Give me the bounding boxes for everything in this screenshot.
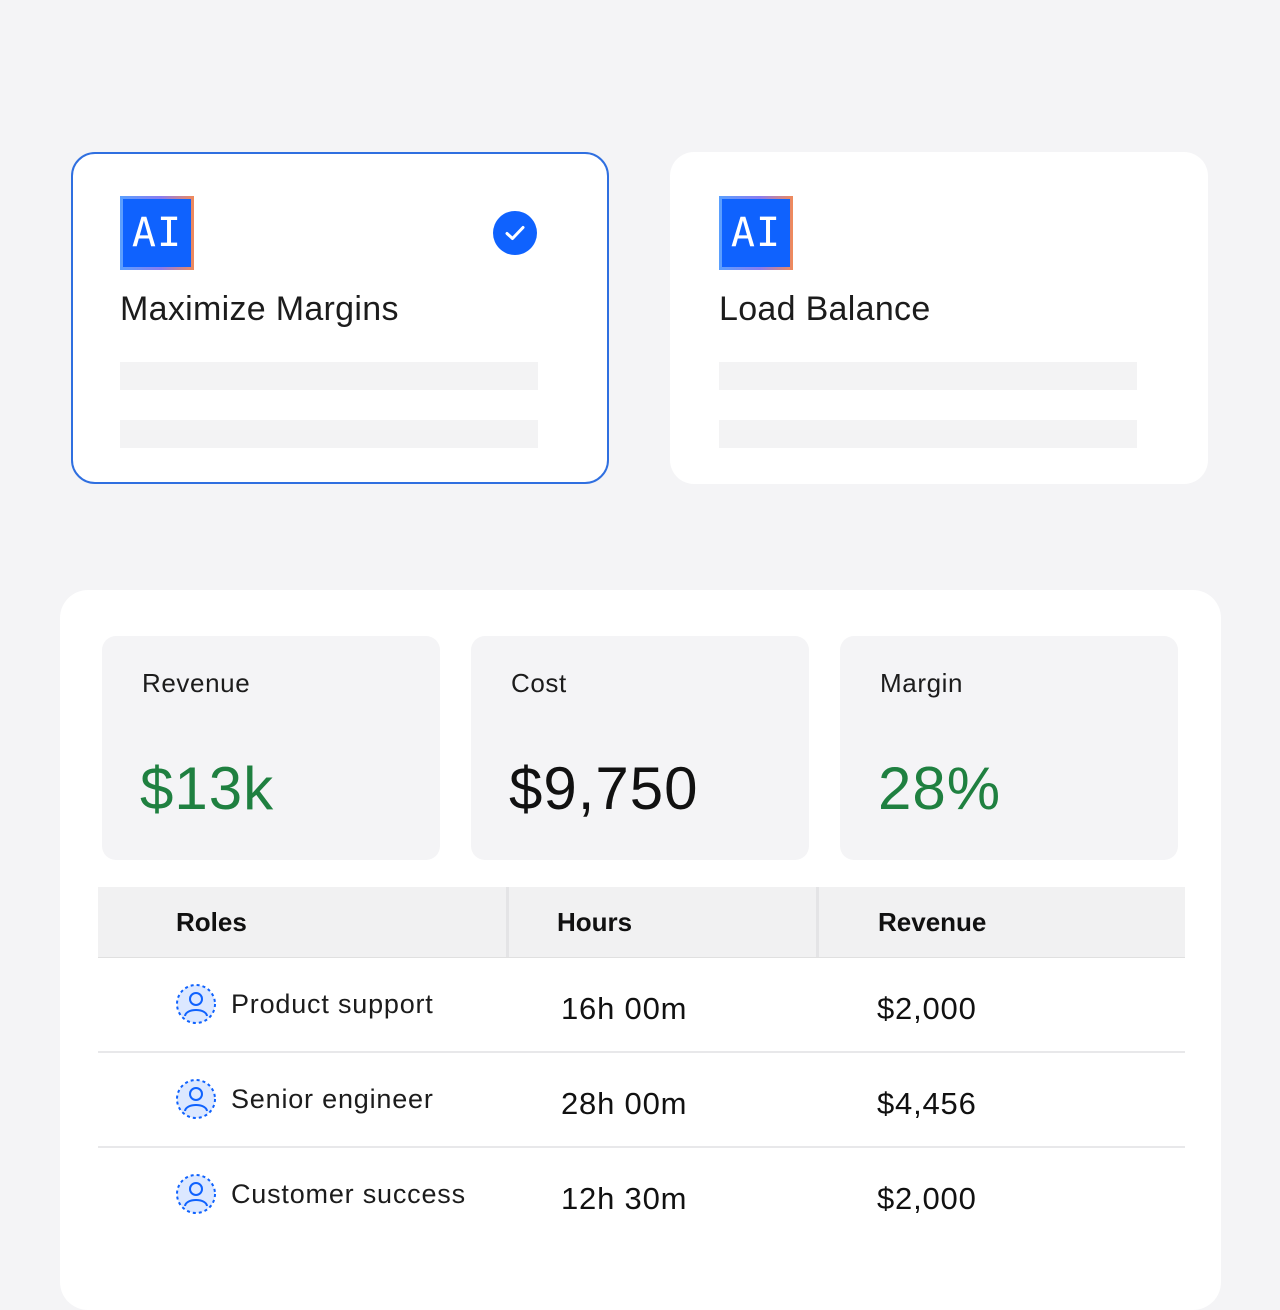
option-title: Load Balance: [719, 290, 931, 328]
metric-label: Cost: [511, 668, 567, 698]
metric-value: $9,750: [509, 755, 699, 822]
ai-badge: AI: [719, 196, 793, 270]
column-header-revenue[interactable]: Revenue: [878, 887, 986, 957]
role-name: Product support: [231, 989, 434, 1019]
role-revenue: $2,000: [877, 1181, 977, 1216]
column-header-roles[interactable]: Roles: [176, 887, 247, 957]
ai-badge: AI: [120, 196, 194, 270]
results-panel: Revenue $13k Cost $9,750 Margin 28% Role…: [60, 590, 1221, 1310]
checkmark-circle-icon: [493, 211, 537, 255]
table-header: Roles Hours Revenue: [98, 887, 1185, 958]
metric-card-revenue: Revenue $13k: [102, 636, 440, 860]
table-row[interactable]: Customer success 12h 30m $2,000: [98, 1148, 1185, 1241]
option-title: Maximize Margins: [120, 290, 399, 328]
metric-value: $13k: [140, 755, 275, 822]
role-revenue: $2,000: [877, 991, 977, 1026]
metric-label: Revenue: [142, 668, 251, 698]
ai-badge-label: AI: [722, 199, 790, 267]
user-avatar-icon: [176, 1079, 216, 1119]
metric-card-cost: Cost $9,750: [471, 636, 809, 860]
role-revenue: $4,456: [877, 1086, 977, 1121]
role-hours: 16h 00m: [561, 991, 688, 1026]
role-name: Customer success: [231, 1179, 466, 1209]
role-hours: 12h 30m: [561, 1181, 688, 1216]
user-avatar-icon: [176, 1174, 216, 1214]
metric-value: 28%: [878, 755, 1002, 822]
column-header-hours[interactable]: Hours: [557, 887, 632, 957]
ai-badge-label: AI: [123, 199, 191, 267]
table-row[interactable]: Product support 16h 00m $2,000: [98, 958, 1185, 1053]
skeleton-line: [719, 362, 1137, 390]
column-divider: [506, 887, 509, 957]
user-avatar-icon: [176, 984, 216, 1024]
skeleton-line: [120, 420, 538, 448]
option-card-load-balance[interactable]: AI Load Balance: [670, 152, 1208, 484]
role-name: Senior engineer: [231, 1084, 434, 1114]
roles-table: Roles Hours Revenue Product support 16h …: [98, 887, 1185, 1241]
skeleton-line: [719, 420, 1137, 448]
column-divider: [816, 887, 819, 957]
table-row[interactable]: Senior engineer 28h 00m $4,456: [98, 1053, 1185, 1148]
skeleton-line: [120, 362, 538, 390]
metric-card-margin: Margin 28%: [840, 636, 1178, 860]
metric-label: Margin: [880, 668, 964, 698]
role-hours: 28h 00m: [561, 1086, 688, 1121]
option-card-maximize-margins[interactable]: AI Maximize Margins: [71, 152, 609, 484]
